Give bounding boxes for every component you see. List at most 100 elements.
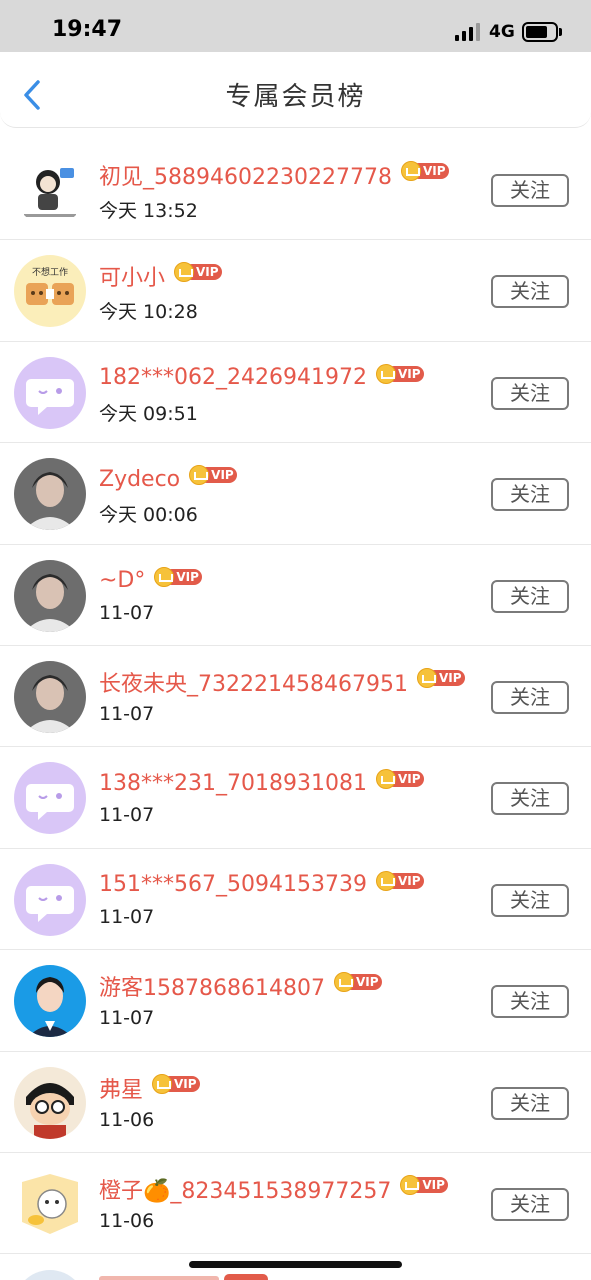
photo-avatar-image <box>14 559 86 632</box>
follow-button[interactable]: 关注 <box>491 376 569 410</box>
time-label: 今天 13:52 <box>99 200 198 222</box>
username[interactable]: 138***231_7018931081 <box>99 771 367 796</box>
name-line: 长夜未央_732221458467951 VIP <box>99 666 465 698</box>
vip-badge: VIP <box>375 870 424 891</box>
page-title: 专属会员榜 <box>225 82 366 112</box>
portrait-avatar[interactable] <box>14 965 86 1038</box>
cat-avatar[interactable] <box>14 1167 86 1240</box>
photo-avatar[interactable] <box>14 660 86 733</box>
vip-label: VIP <box>211 468 234 483</box>
sticker-avatar-image <box>14 154 86 226</box>
sticker-avatar[interactable] <box>14 154 86 226</box>
vip-badge: VIP <box>154 566 203 587</box>
time-label: 11-06 <box>99 1108 155 1131</box>
follow-button[interactable]: 关注 <box>491 579 569 613</box>
username[interactable]: 初见_58894602230227778 <box>99 159 392 191</box>
follow-button[interactable]: 关注 <box>491 985 569 1019</box>
follow-button[interactable]: 关注 <box>491 275 569 309</box>
list-item[interactable]: ~D° VIP 11-07 关注 <box>0 545 591 646</box>
username[interactable]: 弗星 <box>99 1072 143 1104</box>
status-time: 19:47 <box>52 17 123 42</box>
home-indicator[interactable] <box>189 1261 402 1268</box>
username[interactable]: 橙子🍊_823451538977257 <box>99 1173 391 1205</box>
crown-icon <box>333 972 354 993</box>
vip-badge: VIP <box>400 161 449 181</box>
default-avatar-image <box>14 863 86 936</box>
default-avatar-image <box>14 356 86 429</box>
default-avatar[interactable] <box>14 863 86 936</box>
crown-icon <box>375 870 396 891</box>
name-line: Zydeco VIP <box>99 463 238 495</box>
list-item[interactable]: 不想工作 可小小 VIP 今天 10:28 关注 <box>0 240 591 342</box>
toast-avatar-image: 不想工作 <box>14 255 86 328</box>
list-item[interactable]: 138***231_7018931081 VIP 11-07 关注 <box>0 747 591 849</box>
portrait-avatar-image <box>14 965 86 1038</box>
username[interactable]: ~D° <box>99 568 145 593</box>
time-label: 今天 00:06 <box>99 504 198 527</box>
follow-button[interactable]: 关注 <box>491 174 569 207</box>
list-item[interactable]: 151***567_5094153739 VIP 11-07 关注 <box>0 849 591 951</box>
list-item[interactable]: Zydeco VIP 今天 00:06 关注 <box>0 443 591 545</box>
vip-badge: VIP <box>375 769 424 790</box>
follow-button[interactable]: 关注 <box>491 1187 569 1221</box>
cartoon-avatar[interactable] <box>14 1066 86 1139</box>
list-item[interactable]: 长夜未央_732221458467951 VIP 11-07 关注 <box>0 646 591 748</box>
username[interactable]: 可小小 <box>99 260 165 292</box>
time-label: 11-07 <box>99 601 155 624</box>
list-item[interactable]: 182***062_2426941972 VIP 今天 09:51 关注 <box>0 342 591 444</box>
default-avatar-image <box>14 762 86 835</box>
vip-label: VIP <box>174 1076 197 1091</box>
status-bar: 19:47 4G <box>0 0 591 52</box>
name-line: 游客1587868614807 VIP <box>99 970 382 1002</box>
list-item[interactable]: 弗星 VIP 11-06 关注 <box>0 1052 591 1153</box>
name-line: ~D° VIP <box>99 565 203 597</box>
vip-label: VIP <box>196 265 219 280</box>
list-item[interactable]: 初见_58894602230227778 VIP 今天 13:52 关注 <box>0 139 591 241</box>
follow-button[interactable]: 关注 <box>491 478 569 512</box>
default-avatar[interactable] <box>14 356 86 429</box>
avatar-caption: 不想工作 <box>32 266 68 278</box>
time-label: 11-06 <box>99 1209 155 1232</box>
toast-avatar[interactable]: 不想工作 <box>14 255 86 328</box>
time-label: 11-07 <box>99 905 155 928</box>
cat-avatar-image <box>14 1167 86 1240</box>
photo-avatar-image <box>14 660 86 733</box>
battery-icon <box>522 22 558 42</box>
crown-icon <box>154 566 175 587</box>
vip-badge: VIP <box>189 465 238 486</box>
vip-label: VIP <box>397 873 421 888</box>
username[interactable]: 182***062_2426941972 <box>99 365 367 390</box>
crown-icon <box>152 1073 173 1094</box>
crown-icon <box>400 161 421 181</box>
follow-button[interactable]: 关注 <box>491 782 569 816</box>
signal-icon <box>455 23 481 41</box>
list-item[interactable]: 橙子🍊_823451538977257 VIP 11-06 关注 <box>0 1153 591 1255</box>
follow-button[interactable]: 关注 <box>491 680 569 714</box>
username[interactable]: 游客1587868614807 <box>99 970 325 1002</box>
vip-label: VIP <box>355 975 379 990</box>
follow-button[interactable]: 关注 <box>491 883 569 917</box>
name-line: 182***062_2426941972 VIP <box>99 362 424 394</box>
vip-badge: VIP <box>174 262 223 283</box>
list-item[interactable]: 游客1587868614807 VIP 11-07 关注 <box>0 950 591 1052</box>
photo-avatar-image <box>14 458 86 531</box>
follow-button[interactable]: 关注 <box>491 1086 569 1120</box>
photo-avatar[interactable] <box>14 458 86 531</box>
time-label: 11-07 <box>99 1007 155 1030</box>
vip-label: VIP <box>422 164 446 178</box>
crown-icon <box>375 363 396 384</box>
default-avatar[interactable] <box>14 762 86 835</box>
username[interactable]: Zydeco <box>99 467 180 492</box>
username[interactable]: 长夜未央_732221458467951 <box>99 666 408 698</box>
time-label: 11-07 <box>99 702 155 725</box>
vip-badge: VIP <box>400 1174 449 1195</box>
username[interactable]: 151***567_5094153739 <box>99 872 367 897</box>
nav-bar: 专属会员榜 <box>0 52 591 128</box>
member-list: 初见_58894602230227778 VIP 今天 13:52 关注 不想工作 可小小… <box>0 139 591 1255</box>
photo-avatar[interactable] <box>14 559 86 632</box>
vip-label: VIP <box>397 366 421 381</box>
vip-badge: VIP <box>416 667 465 688</box>
network-label: 4G <box>489 22 515 42</box>
vip-badge: VIP <box>152 1073 201 1094</box>
name-line: 初见_58894602230227778 VIP <box>99 159 449 191</box>
